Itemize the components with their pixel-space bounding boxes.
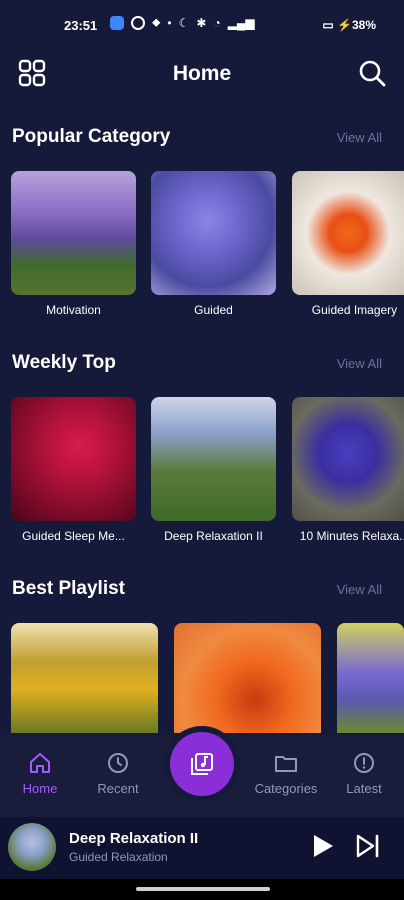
nav-latest[interactable]: Latest <box>324 735 404 796</box>
lavender-image <box>11 171 136 295</box>
nav-recent-label: Recent <box>97 781 139 796</box>
best-playlist-title: Best Playlist <box>12 578 125 599</box>
home-gesture-bar[interactable] <box>136 887 270 891</box>
signal-icon: ⬥ <box>152 15 161 29</box>
weekly-card-guided-sleep[interactable]: Guided Sleep Me... <box>11 397 136 543</box>
card-label: Guided <box>194 303 233 317</box>
iris-image <box>151 171 276 295</box>
popular-category-title: Popular Category <box>12 126 171 147</box>
nav-latest-label: Latest <box>346 781 382 796</box>
bluetooth-icon: ✱ <box>196 15 207 30</box>
category-card-guided-imagery[interactable]: Guided Imagery <box>292 171 404 317</box>
nav-home-label: Home <box>22 781 58 796</box>
gerbera-image <box>292 171 404 295</box>
card-label: Guided Sleep Me... <box>22 529 125 543</box>
weekly-card-10-minutes[interactable]: 10 Minutes Relaxa... <box>292 397 404 543</box>
category-card-guided[interactable]: Guided <box>151 171 276 317</box>
violet-flowers-image <box>337 623 404 733</box>
wifi-icon: ◔ <box>213 15 221 30</box>
card-label: Guided Imagery <box>311 303 398 317</box>
page-title: Home <box>172 62 232 85</box>
history-icon <box>108 753 128 773</box>
battery-percent: 38% <box>351 18 376 32</box>
system-navigation-bar <box>0 879 404 900</box>
nav-categories[interactable]: Categories <box>246 735 326 796</box>
weekly-top-title: Weekly Top <box>12 352 116 373</box>
app-notification-icon <box>110 15 124 30</box>
latest-icon <box>354 753 374 773</box>
folder-icon <box>275 756 297 772</box>
playlist-card-dahlia[interactable] <box>174 623 321 733</box>
dot-icon: • <box>167 15 172 30</box>
status-icons: ⬥ • ☾ ✱ ◔ ▂▄▆ <box>110 15 255 30</box>
search-icon[interactable] <box>358 59 386 87</box>
popular-view-all-link[interactable]: View All <box>337 130 382 145</box>
category-card-motivation[interactable]: Motivation <box>11 171 136 317</box>
center-library-button[interactable] <box>170 732 234 796</box>
battery-level: ▭ ⚡38% <box>322 18 376 32</box>
sync-icon <box>131 15 145 30</box>
playlist-card-violet-flowers[interactable] <box>337 623 404 733</box>
home-icon <box>30 753 50 773</box>
play-icon[interactable] <box>311 833 335 859</box>
card-label: Motivation <box>46 303 101 317</box>
now-playing-subtitle: Guided Relaxation <box>69 850 168 864</box>
dahlia-image <box>174 623 321 733</box>
skip-next-icon[interactable] <box>355 833 381 859</box>
purple-iris-image <box>292 397 404 521</box>
nav-home[interactable]: Home <box>0 735 80 796</box>
card-label: 10 Minutes Relaxa... <box>299 529 404 543</box>
playlist-card-yellow-flowers[interactable] <box>11 623 158 733</box>
cell-signal-icon: ▂▄▆ <box>227 15 255 30</box>
yellow-flowers-image <box>11 623 158 733</box>
mini-player[interactable]: Deep Relaxation II Guided Relaxation <box>0 817 404 879</box>
nav-categories-label: Categories <box>254 781 318 796</box>
rose-image <box>11 397 136 521</box>
nav-recent[interactable]: Recent <box>78 735 158 796</box>
moon-icon: ☾ <box>178 15 190 30</box>
top-app-bar: Home <box>0 52 404 96</box>
playlist-view-all-link[interactable]: View All <box>337 582 382 597</box>
iris-field-image <box>151 397 276 521</box>
card-label: Deep Relaxation II <box>164 529 263 543</box>
now-playing-title: Deep Relaxation II <box>69 830 199 847</box>
status-bar: 23:51 ⬥ • ☾ ✱ ◔ ▂▄▆ ▭ ⚡38% <box>0 0 404 52</box>
status-time: 23:51 <box>64 18 98 33</box>
weekly-view-all-link[interactable]: View All <box>337 356 382 371</box>
weekly-card-deep-relaxation[interactable]: Deep Relaxation II <box>151 397 276 543</box>
music-library-icon <box>191 753 213 775</box>
now-playing-artwork <box>8 823 56 871</box>
